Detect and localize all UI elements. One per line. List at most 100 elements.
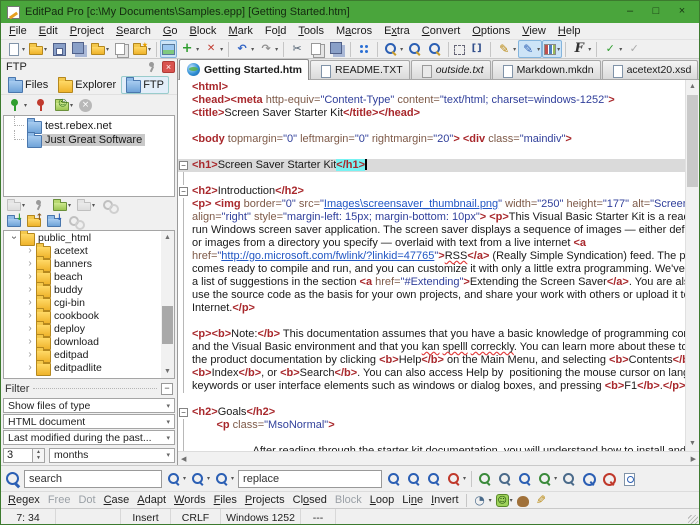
file-sync-button[interactable] xyxy=(64,213,86,230)
editor-line[interactable]: −<h2>Goals</h2> xyxy=(178,406,685,419)
favorites-button[interactable]: ▾ xyxy=(131,40,153,58)
undo-button[interactable]: ↶▾ xyxy=(232,40,256,58)
tree-item-acetext[interactable]: ›acetext xyxy=(4,244,174,257)
editor-line[interactable]: After reading through the starter kit do… xyxy=(178,445,685,451)
pin-icon[interactable] xyxy=(144,60,160,74)
age-value-input[interactable]: 3 xyxy=(3,448,33,463)
option-free[interactable]: Free xyxy=(44,494,75,506)
server-item-test-rebex-net[interactable]: test.rebex.net xyxy=(4,119,174,133)
word-wrap-button[interactable] xyxy=(354,40,374,58)
scroll-right-icon[interactable]: ▶ xyxy=(691,455,696,463)
highlight-matches-button[interactable] xyxy=(475,469,495,488)
editor-line[interactable]: <title>Screen Saver Starter Kit</title><… xyxy=(178,107,685,120)
option-adapt[interactable]: Adapt xyxy=(133,494,170,506)
tree-item-banners[interactable]: ›banners xyxy=(4,257,174,270)
search-file-list-button[interactable] xyxy=(619,469,639,488)
resize-grip[interactable] xyxy=(688,515,698,525)
find-previous-button[interactable]: ▾ xyxy=(188,469,212,488)
filter-dropdown-3[interactable]: Last modified during the past...▾ xyxy=(3,430,175,445)
save-button[interactable] xyxy=(49,40,69,58)
copy-button[interactable] xyxy=(307,40,327,58)
spell-check-button[interactable]: ✓▾ xyxy=(600,40,624,58)
editor-line[interactable]: −<h2>Introduction</h2> xyxy=(178,185,685,198)
panel-close-button[interactable]: × xyxy=(162,61,175,73)
menu-search[interactable]: Search xyxy=(110,23,157,39)
option-regex[interactable]: Regex xyxy=(4,494,44,506)
paste-button[interactable] xyxy=(327,40,347,58)
editor-line[interactable]: the product documentation by clicking <b… xyxy=(178,354,685,367)
upload-folder-button[interactable]: ↑ xyxy=(24,213,44,230)
add-file-to-project-button[interactable]: +▾ xyxy=(177,40,201,58)
browse-local-folder-button[interactable]: ▾ xyxy=(4,197,28,214)
save-project-button[interactable] xyxy=(111,40,131,58)
scroll-down-icon[interactable]: ▼ xyxy=(161,365,174,378)
filter-dropdown-2[interactable]: HTML document▾ xyxy=(3,414,175,429)
server-item-just-great-software[interactable]: Just Great Software xyxy=(4,133,174,147)
editor-line[interactable]: <p><b>Note:</b> This documentation assum… xyxy=(178,328,685,341)
favorite-searches-button[interactable]: ☺▾ xyxy=(494,492,515,508)
find-first-button[interactable]: ▾ xyxy=(212,469,236,488)
menu-go[interactable]: Go xyxy=(157,23,184,39)
tree-item-deploy[interactable]: ›deploy xyxy=(4,322,174,335)
menu-project[interactable]: Project xyxy=(64,23,110,39)
sidebar-tab-explorer[interactable]: Explorer xyxy=(53,76,121,94)
tree-item-buddy[interactable]: ›buddy xyxy=(4,283,174,296)
scroll-up-icon[interactable]: ▲ xyxy=(686,80,699,94)
tree-item-editpadlite[interactable]: ›editpadlite xyxy=(4,361,174,374)
connect-button[interactable]: ▾ xyxy=(4,97,30,114)
tree-item-beach[interactable]: ›beach xyxy=(4,270,174,283)
editor-line[interactable]: −<h1>Screen Saver Starter Kit</h1> xyxy=(178,159,685,172)
search-options-button[interactable] xyxy=(559,469,579,488)
editor-line[interactable] xyxy=(178,120,685,133)
replace-input[interactable] xyxy=(238,470,382,488)
menu-help[interactable]: Help xyxy=(552,23,587,39)
fold-matches-button[interactable] xyxy=(515,469,535,488)
menu-tools[interactable]: Tools xyxy=(292,23,330,39)
minimize-button[interactable]: – xyxy=(617,3,643,21)
menu-extra[interactable]: Extra xyxy=(378,23,416,39)
tab-getting-started-htm[interactable]: Getting Started.htm xyxy=(179,59,309,80)
editor-line[interactable]: or images from a directory you specify —… xyxy=(178,237,685,250)
fold-collapse-icon[interactable]: − xyxy=(179,187,188,196)
menu-macros[interactable]: Macros xyxy=(330,23,378,39)
replace-all-button[interactable]: ▾ xyxy=(444,469,468,488)
pet-mascot-button[interactable] xyxy=(515,492,531,508)
menu-edit[interactable]: Edit xyxy=(33,23,64,39)
editor-hscrollbar[interactable]: ◀ ▶ xyxy=(178,451,699,465)
abort-search-button[interactable] xyxy=(599,469,619,488)
rectangular-selection-button[interactable] xyxy=(452,40,467,58)
step-down-icon[interactable]: ▼ xyxy=(33,455,44,462)
tree-item-editpad[interactable]: ›editpad xyxy=(4,348,174,361)
editor-line[interactable]: align="right" style="margin-left: 15px; … xyxy=(178,211,685,224)
tab-outside-txt[interactable]: outside.txt xyxy=(411,60,491,79)
editor-scrollbar[interactable]: ▲ ▼ xyxy=(685,80,699,451)
tree-scrollbar[interactable]: ▲ ▼ xyxy=(161,231,174,378)
menu-fold[interactable]: Fold xyxy=(259,23,292,39)
option-files[interactable]: Files xyxy=(210,494,241,506)
tree-item-public-html[interactable]: ›public_html xyxy=(4,231,174,244)
editor-line[interactable]: href="http://go.microsoft.com/fwlink/?li… xyxy=(178,250,685,263)
remove-file-from-project-button[interactable]: ✕▾ xyxy=(201,40,225,58)
option-words[interactable]: Words xyxy=(170,494,210,506)
editor-line[interactable]: Internet.</p> xyxy=(178,302,685,315)
find-next-button[interactable]: ▾ xyxy=(164,469,188,488)
list-matches-button[interactable]: ▾ xyxy=(535,469,559,488)
search-history-button[interactable]: ◔▾ xyxy=(470,492,494,508)
menu-block[interactable]: Block xyxy=(184,23,223,39)
editor-line[interactable]: <body topmargin="0" leftmargin="0" right… xyxy=(178,133,685,146)
editor-line[interactable]: <b>Index</b>, or <b>Search</b>. You can … xyxy=(178,367,685,380)
scroll-up-icon[interactable]: ▲ xyxy=(161,231,174,244)
tree-item-cgi-bin[interactable]: ›cgi-bin xyxy=(4,296,174,309)
tab-acetext20-xsd[interactable]: acetext20.xsd xyxy=(602,60,699,79)
multiline-search-button[interactable] xyxy=(579,469,599,488)
editor-line[interactable]: <html> xyxy=(178,81,685,94)
editor[interactable]: <html><head><meta http-equiv="Content-Ty… xyxy=(178,80,699,451)
age-unit-dropdown[interactable]: months ▾ xyxy=(49,448,175,463)
option-dot[interactable]: Dot xyxy=(74,494,99,506)
filter-dropdown-1[interactable]: Show files of type▾ xyxy=(3,398,175,413)
search-input[interactable] xyxy=(24,470,162,488)
synchronize-folders-button[interactable]: ▾ xyxy=(74,197,98,214)
editor-line[interactable] xyxy=(178,393,685,406)
replace-next-button[interactable] xyxy=(384,469,404,488)
disconnect-button[interactable] xyxy=(30,97,52,114)
